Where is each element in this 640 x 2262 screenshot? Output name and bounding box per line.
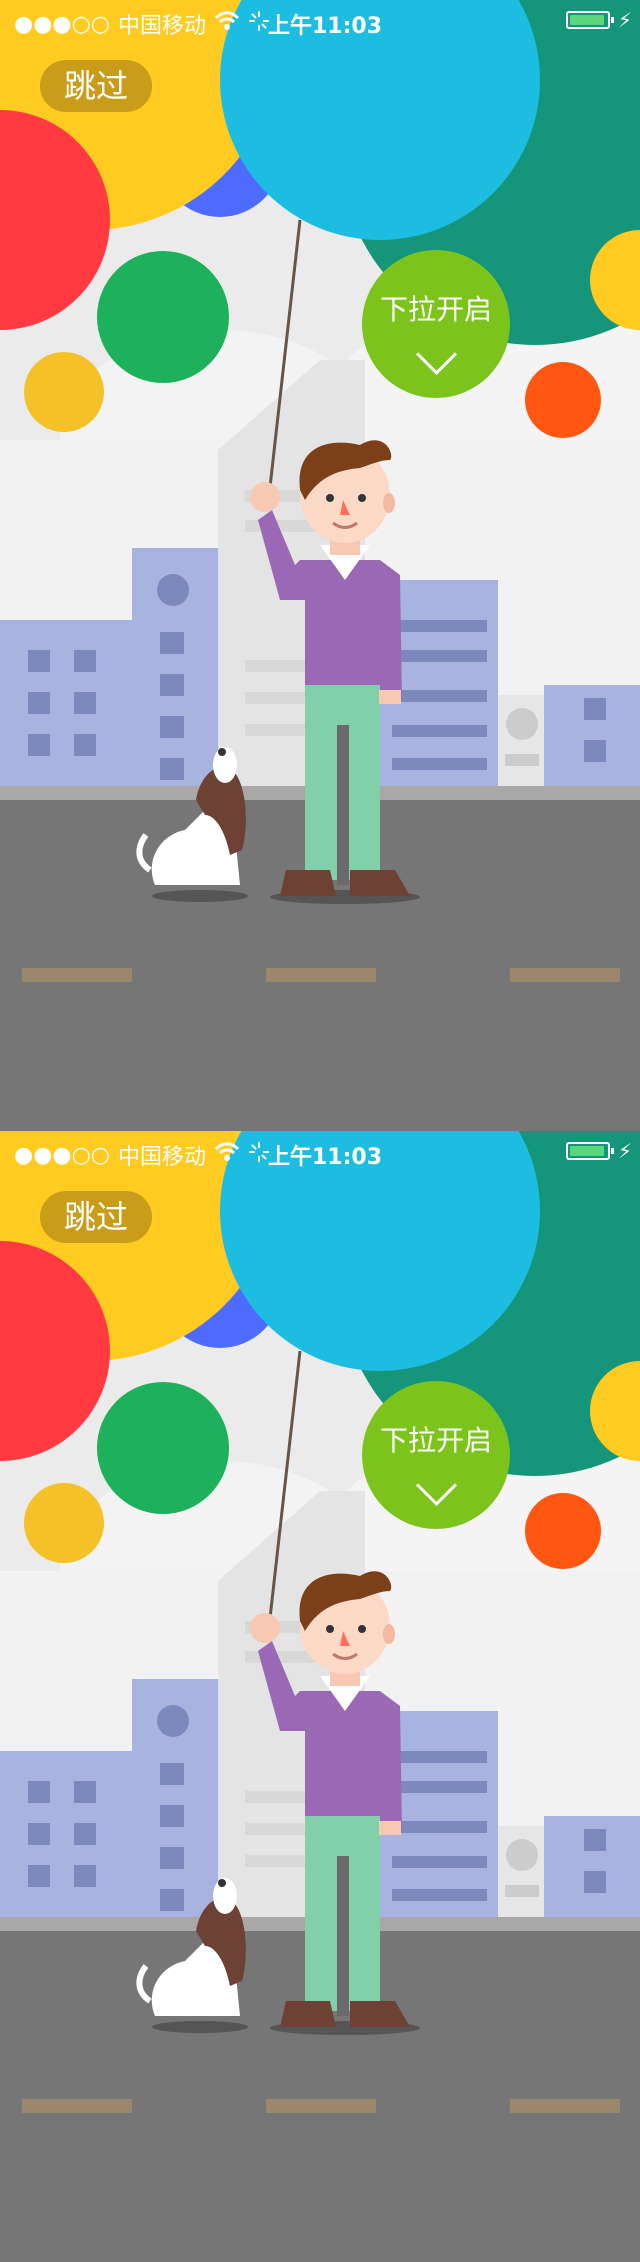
wifi-icon [214, 11, 240, 37]
status-time: 上午11:03 [268, 14, 383, 39]
chevron-down-icon [415, 1464, 458, 1507]
charging-bolt-icon: ⚡ [617, 1139, 632, 1163]
charging-bolt-icon: ⚡ [617, 8, 632, 32]
pull-down-to-open-button[interactable]: 下拉开启 [362, 250, 510, 398]
illustration [0, 0, 640, 1131]
onboarding-screen-2: ●●●○○ 中国移动 上午11:03 ⚡ 跳过 下拉开启 [0, 1131, 640, 2262]
signal-strength-icon: ●●●○○ [14, 1142, 110, 1168]
battery-icon [566, 11, 614, 29]
skip-button[interactable]: 跳过 [40, 1191, 152, 1243]
illustration [0, 1131, 640, 2262]
battery-level-fill [570, 15, 604, 25]
carrier-name: 中国移动 [117, 1145, 206, 1170]
wifi-icon [214, 1142, 240, 1168]
battery-icon [566, 1142, 614, 1160]
battery-level-fill [570, 1146, 604, 1156]
status-bar: ●●●○○ 中国移动 上午11:03 ⚡ [0, 1131, 640, 1171]
pull-down-label: 下拉开启 [379, 293, 492, 326]
status-time: 上午11:03 [268, 1145, 383, 1170]
activity-spinner-icon [248, 10, 270, 38]
pull-down-label: 下拉开启 [379, 1424, 492, 1457]
pull-down-to-open-button[interactable]: 下拉开启 [362, 1381, 510, 1529]
activity-spinner-icon [248, 1141, 270, 1169]
chevron-down-icon [415, 333, 458, 376]
status-bar: ●●●○○ 中国移动 上午11:03 ⚡ [0, 0, 640, 40]
signal-strength-icon: ●●●○○ [14, 11, 110, 37]
carrier-name: 中国移动 [117, 14, 206, 39]
onboarding-screen-1: ●●●○○ 中国移动 上午11:03 ⚡ 跳过 下拉开启 [0, 0, 640, 1131]
skip-button[interactable]: 跳过 [40, 60, 152, 112]
